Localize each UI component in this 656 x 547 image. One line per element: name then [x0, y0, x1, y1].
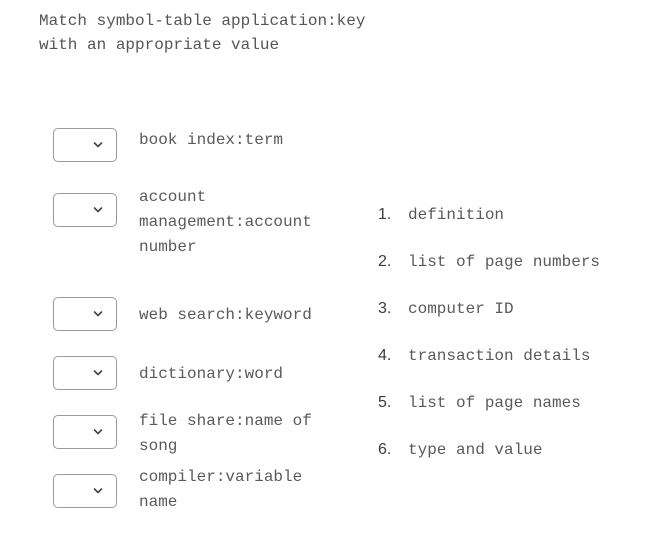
chevron-down-icon [93, 207, 103, 213]
value-option-number: 6. [378, 441, 392, 458]
chevron-down-icon [93, 429, 103, 435]
value-option-label: transaction details [408, 347, 591, 365]
chevron-down-icon [93, 370, 103, 376]
chevron-down-icon [93, 311, 103, 317]
value-option-number: 5. [378, 394, 392, 411]
key-label-line: compiler:variable [139, 468, 303, 486]
chevron-down-icon [93, 142, 103, 148]
key-label: web search:keyword [139, 303, 339, 328]
key-label: compiler:variable name [139, 465, 339, 515]
key-label-line: file share:name of [139, 412, 312, 430]
value-option-number: 3. [378, 300, 392, 317]
value-option-number: 2. [378, 253, 392, 270]
key-label: account management:account number [139, 185, 339, 260]
value-option-number: 4. [378, 347, 392, 364]
value-option-label: type and value [408, 441, 543, 459]
answer-dropdown[interactable] [53, 128, 117, 162]
value-option-label: computer ID [408, 300, 514, 318]
key-label: file share:name of song [139, 409, 339, 459]
key-label-line: book index:term [139, 131, 284, 149]
value-option-number: 1. [378, 206, 392, 223]
key-label-line: song [139, 437, 178, 455]
value-option-label: list of page numbers [408, 253, 601, 271]
key-label-line: number [139, 238, 197, 256]
question-prompt: Match symbol-table application:key with … [39, 9, 419, 57]
key-label-line: account [139, 188, 207, 206]
answer-dropdown[interactable] [53, 297, 117, 331]
answer-dropdown[interactable] [53, 193, 117, 227]
answer-dropdown[interactable] [53, 474, 117, 508]
chevron-down-icon [93, 488, 103, 494]
value-option-label: definition [408, 206, 505, 224]
key-label: dictionary:word [139, 362, 339, 387]
key-label: book index:term [139, 128, 339, 153]
answer-dropdown[interactable] [53, 356, 117, 390]
question-prompt-line: Match symbol-table application:key [39, 12, 366, 30]
answer-dropdown[interactable] [53, 415, 117, 449]
key-label-line: web search:keyword [139, 306, 312, 324]
key-label-line: management:account [139, 213, 312, 231]
key-label-line: dictionary:word [139, 365, 284, 383]
value-option-label: list of page names [408, 394, 581, 412]
question-prompt-line: with an appropriate value [39, 36, 280, 54]
key-label-line: name [139, 493, 178, 511]
